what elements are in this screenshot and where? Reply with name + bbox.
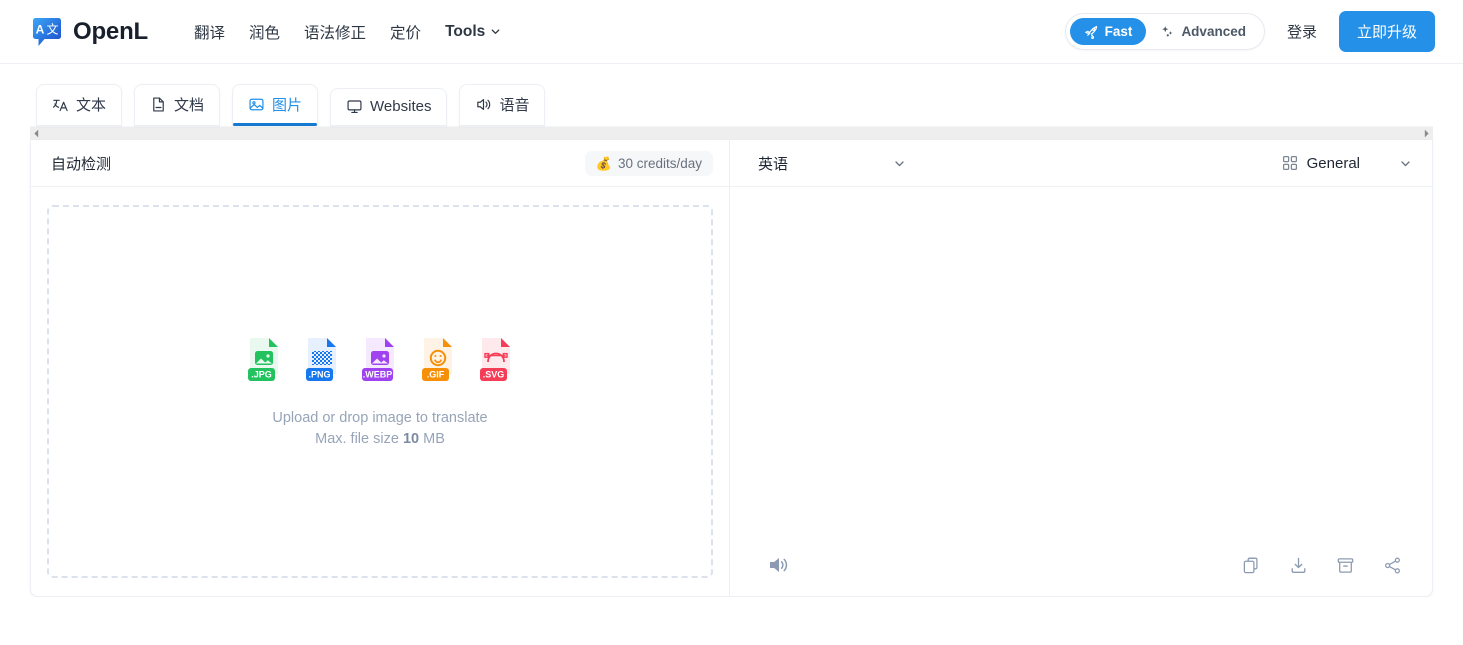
share-icon[interactable] bbox=[1383, 556, 1402, 575]
text-translate-icon bbox=[53, 99, 68, 112]
grid-icon bbox=[1282, 155, 1297, 171]
credits-label: 30 credits/day bbox=[617, 155, 702, 171]
dropzone-size-prefix: Max. file size bbox=[315, 431, 403, 447]
tab-text[interactable]: 文本 bbox=[36, 84, 123, 126]
mode-fast-button[interactable]: Fast bbox=[1069, 18, 1147, 45]
nav-tools-label: Tools bbox=[445, 22, 486, 40]
svg-text:.WEBP: .WEBP bbox=[363, 369, 393, 379]
tab-image-label: 图片 bbox=[272, 97, 303, 114]
webp-file-icon: .WEBP bbox=[362, 338, 394, 381]
horizontal-scrollbar[interactable] bbox=[30, 126, 1433, 140]
filetype-svg: .SVG bbox=[474, 336, 518, 388]
tab-speech[interactable]: 语音 bbox=[459, 84, 546, 126]
nav-polish[interactable]: 润色 bbox=[237, 15, 292, 49]
chevron-down-icon bbox=[1401, 160, 1410, 166]
output-actions bbox=[1242, 556, 1402, 575]
mode-fast-label: Fast bbox=[1104, 24, 1133, 39]
nav-translate[interactable]: 翻译 bbox=[182, 15, 237, 49]
svg-text:.GIF: .GIF bbox=[427, 369, 445, 379]
domain-select[interactable]: General bbox=[1282, 155, 1412, 172]
tab-document-label: 文档 bbox=[174, 97, 205, 114]
filetype-gif: .GIF bbox=[416, 336, 460, 388]
dropzone-primary-text: Upload or drop image to translate bbox=[272, 410, 488, 426]
monitor-icon bbox=[347, 100, 362, 114]
source-pane: 自动检测 💰 30 credits/day .JPG .PNG .WEBP .G… bbox=[31, 140, 730, 596]
translation-workspace: 自动检测 💰 30 credits/day .JPG .PNG .WEBP .G… bbox=[30, 140, 1433, 597]
mode-advanced-button[interactable]: Advanced bbox=[1146, 18, 1260, 45]
svg-text:A: A bbox=[36, 22, 45, 36]
scroll-left-arrow-icon[interactable] bbox=[33, 129, 40, 138]
svg-text:.JPG: .JPG bbox=[251, 369, 272, 379]
nav-pricing[interactable]: 定价 bbox=[378, 15, 433, 49]
supported-file-types: .JPG .PNG .WEBP .GIF .SVG bbox=[242, 336, 518, 388]
chevron-down-icon bbox=[491, 29, 500, 34]
svg-text:.PNG: .PNG bbox=[308, 369, 330, 379]
svg-text:文: 文 bbox=[46, 21, 58, 36]
login-link[interactable]: 登录 bbox=[1279, 15, 1325, 48]
tab-text-label: 文本 bbox=[76, 97, 107, 114]
target-language-select[interactable]: 英语 bbox=[758, 153, 906, 174]
page-bottom-spacer bbox=[0, 597, 1463, 618]
header-right-group: Fast Advanced 登录 立即升级 bbox=[1064, 11, 1435, 52]
brand-logo-link[interactable]: A 文 OpenL bbox=[30, 15, 148, 49]
filetype-webp: .WEBP bbox=[358, 336, 402, 388]
gif-file-icon: .GIF bbox=[422, 338, 452, 381]
image-icon bbox=[249, 98, 264, 111]
image-dropzone[interactable]: .JPG .PNG .WEBP .GIF .SVG Upload or drop… bbox=[47, 205, 713, 578]
rocket-icon bbox=[1084, 25, 1097, 39]
source-pane-header: 自动检测 💰 30 credits/day bbox=[31, 140, 729, 187]
png-file-icon: .PNG bbox=[306, 338, 336, 381]
nav-grammar[interactable]: 语法修正 bbox=[292, 15, 378, 49]
target-pane-footer bbox=[730, 534, 1432, 596]
translation-output-area[interactable] bbox=[730, 187, 1432, 534]
filetype-png: .PNG bbox=[300, 336, 344, 388]
app-header: A 文 OpenL 翻译 润色 语法修正 定价 Tools Fast Advan… bbox=[0, 0, 1463, 64]
translate-bubble-logo-icon: A 文 bbox=[33, 17, 61, 46]
tab-document[interactable]: 文档 bbox=[134, 84, 221, 126]
upgrade-button[interactable]: 立即升级 bbox=[1338, 11, 1435, 52]
copy-icon[interactable] bbox=[1242, 556, 1261, 575]
dropzone-size-suffix: MB bbox=[419, 431, 445, 447]
speaker-icon bbox=[477, 98, 491, 111]
document-icon bbox=[153, 97, 164, 112]
archive-icon[interactable] bbox=[1336, 556, 1355, 575]
money-bag-icon: 💰 bbox=[595, 155, 612, 171]
scroll-right-arrow-icon[interactable] bbox=[1423, 129, 1430, 138]
tab-websites[interactable]: Websites bbox=[330, 88, 448, 126]
source-pane-body: .JPG .PNG .WEBP .GIF .SVG Upload or drop… bbox=[31, 187, 729, 596]
tab-speech-label: 语音 bbox=[499, 97, 530, 114]
svg-text:.SVG: .SVG bbox=[483, 369, 505, 379]
source-language-label[interactable]: 自动检测 bbox=[51, 153, 111, 174]
chevron-down-icon bbox=[895, 160, 904, 166]
nav-tools[interactable]: Tools bbox=[433, 17, 513, 47]
tab-websites-label: Websites bbox=[370, 98, 432, 115]
dropzone-size-value: 10 bbox=[402, 431, 420, 447]
domain-label: General bbox=[1306, 154, 1360, 172]
svg-file-icon: .SVG bbox=[480, 338, 510, 381]
dropzone-size-text: Max. file size 10 MB bbox=[315, 431, 445, 447]
filetype-jpg: .JPG bbox=[242, 336, 286, 388]
brand-name: OpenL bbox=[73, 17, 148, 45]
mode-advanced-label: Advanced bbox=[1181, 24, 1246, 39]
tab-image[interactable]: 图片 bbox=[232, 84, 319, 126]
mode-tabs: 文本 文档 图片 Websites 语音 bbox=[0, 64, 1463, 126]
mode-toggle: Fast Advanced bbox=[1064, 13, 1265, 50]
sparkles-icon bbox=[1162, 26, 1173, 37]
main-navigation: 翻译 润色 语法修正 定价 Tools bbox=[182, 15, 513, 49]
speaker-icon[interactable] bbox=[768, 554, 792, 576]
download-icon[interactable] bbox=[1289, 556, 1308, 575]
target-pane-header: 英语 General bbox=[730, 140, 1432, 187]
credits-badge[interactable]: 💰 30 credits/day bbox=[584, 150, 713, 176]
target-pane: 英语 General bbox=[730, 140, 1432, 596]
jpg-file-icon: .JPG bbox=[248, 338, 278, 381]
target-language-label: 英语 bbox=[758, 155, 789, 173]
